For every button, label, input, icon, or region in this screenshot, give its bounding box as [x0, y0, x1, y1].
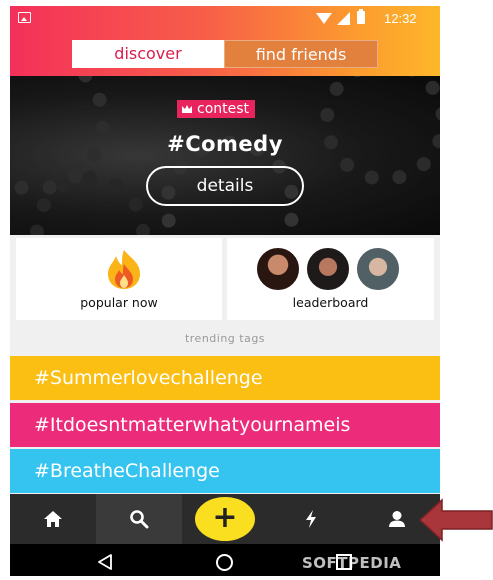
fire-icon	[108, 250, 140, 289]
avatar	[305, 246, 351, 292]
search-icon	[130, 510, 149, 529]
bottom-navigation: +	[10, 494, 440, 544]
popular-now-label: popular now	[80, 295, 158, 310]
battery-icon	[357, 9, 365, 24]
softpedia-watermark: SOFTPEDIA	[302, 554, 402, 572]
nav-search[interactable]	[96, 494, 182, 544]
crown-icon	[182, 105, 192, 113]
profile-icon	[389, 511, 405, 527]
trending-tag-item[interactable]: #Itdoesntmatterwhatyournameis	[10, 403, 440, 447]
avatar	[355, 246, 401, 292]
popular-now-card[interactable]: popular now	[16, 238, 222, 320]
lightning-icon	[306, 510, 316, 528]
contest-badge: contest	[177, 100, 256, 118]
avatar	[255, 246, 301, 292]
system-navigation-bar: SOFTPEDIA	[10, 544, 440, 576]
trending-tag-item[interactable]: #BreatheChallenge	[10, 449, 440, 493]
contest-title: #Comedy	[167, 132, 283, 156]
nav-home[interactable]	[10, 494, 96, 544]
wifi-icon	[316, 13, 332, 24]
status-time: 12:32	[384, 11, 417, 26]
top-tabs: discover find friends	[72, 40, 378, 68]
home-icon	[44, 511, 62, 527]
nav-activity[interactable]	[268, 494, 354, 544]
leaderboard-label: leaderboard	[292, 295, 369, 310]
home-circle-icon[interactable]	[216, 554, 233, 571]
leaderboard-card[interactable]: leaderboard	[227, 238, 434, 320]
contest-badge-label: contest	[197, 101, 250, 117]
phone-screen: 12:32 discover find friends contest #Com…	[10, 6, 440, 576]
app-header: 12:32 discover find friends	[10, 6, 440, 76]
callout-arrow	[418, 498, 493, 542]
back-icon[interactable]	[96, 553, 114, 571]
tab-find-friends[interactable]: find friends	[224, 40, 378, 68]
status-bar: 12:32	[10, 6, 440, 32]
signal-icon	[337, 12, 350, 25]
nav-add[interactable]: +	[182, 494, 268, 544]
trending-tag-item[interactable]: #Summerlovechallenge	[10, 356, 440, 400]
gallery-icon	[18, 12, 31, 23]
tab-discover[interactable]: discover	[72, 40, 224, 68]
details-button[interactable]: details	[146, 166, 304, 206]
trending-tags-heading: trending tags	[184, 332, 266, 345]
contest-banner[interactable]: contest #Comedy details	[10, 76, 440, 235]
add-icon[interactable]: +	[195, 497, 255, 541]
